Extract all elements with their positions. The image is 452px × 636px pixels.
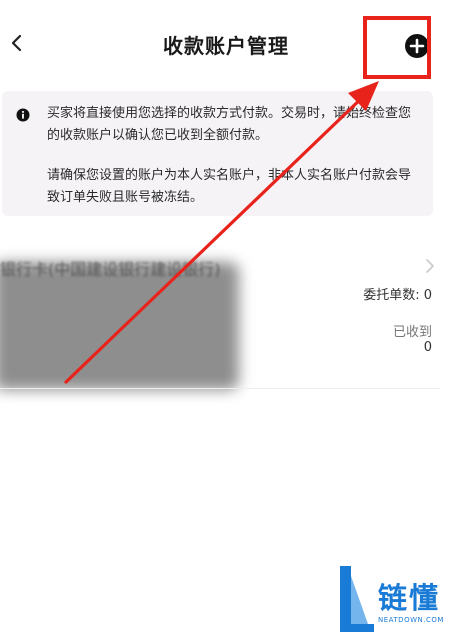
watermark-logo-icon xyxy=(340,566,374,632)
redacted-area xyxy=(0,262,239,390)
account-name: 银行卡(中国建设银行建设银行) xyxy=(0,260,221,279)
chevron-right-icon[interactable] xyxy=(424,258,436,274)
watermark-text: 链懂 xyxy=(378,581,441,615)
received-label: 已收到 xyxy=(392,325,432,340)
info-icon xyxy=(16,108,30,122)
order-count: 委托单数: 0 xyxy=(363,288,432,303)
received-value: 0 xyxy=(423,340,432,355)
notice-text-1: 买家将直接使用您选择的收款方式付款。交易时，请始终检查您的收款账户以确认您已收到… xyxy=(47,106,412,143)
divider xyxy=(0,388,440,389)
highlight-annotation-box xyxy=(363,16,431,79)
watermark-subtext: NEATDOWN.COM xyxy=(378,616,444,624)
notice-text-2: 请确保您设置的账户为本人实名账户，非本人实名账户付款会导致订单失败且账号被冻结。 xyxy=(47,168,412,205)
